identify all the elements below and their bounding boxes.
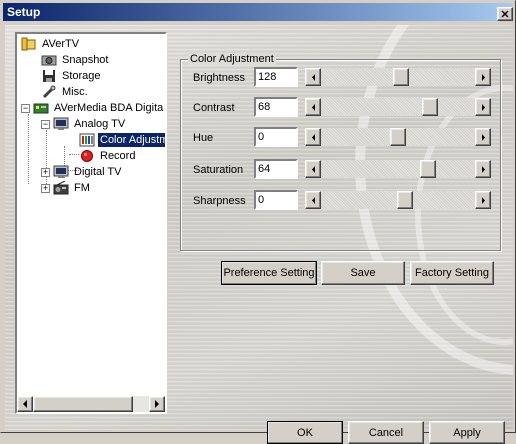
tree-item-label: Storage — [62, 70, 101, 82]
contrast-field[interactable] — [254, 97, 298, 117]
title-bar[interactable]: Setup ✕ — [3, 3, 513, 21]
tree-item-fm[interactable]: + FM — [41, 180, 92, 196]
left-arrow-icon — [311, 165, 315, 173]
tv-icon — [53, 165, 69, 179]
hue-field[interactable] — [254, 127, 298, 147]
brightness-label: Brightness — [193, 72, 245, 84]
close-icon: ✕ — [500, 8, 510, 21]
collapse-icon[interactable]: − — [21, 103, 30, 113]
tree-item-misc[interactable]: Misc. — [41, 84, 90, 100]
sharpness-slider[interactable] — [305, 191, 491, 209]
slider-right-button[interactable] — [475, 160, 491, 178]
right-arrow-icon — [481, 133, 485, 141]
folder-icon — [21, 37, 37, 51]
saturation-slider[interactable] — [305, 160, 491, 178]
dialog-client-area: AVerTV Snapshot Storage Misc. − AVerMedi… — [5, 25, 513, 444]
tree-item-storage[interactable]: Storage — [41, 68, 103, 84]
tree-item-label: Misc. — [62, 86, 88, 98]
radio-icon — [53, 180, 69, 195]
right-arrow-icon — [481, 103, 485, 111]
right-arrow-icon — [155, 400, 159, 408]
button-label: Save — [350, 267, 376, 279]
tree-item-avertv[interactable]: AVerTV — [21, 36, 81, 52]
record-icon — [79, 149, 95, 163]
slider-right-button[interactable] — [475, 191, 491, 209]
expand-icon[interactable]: + — [41, 167, 50, 177]
tree-item-digital-tv[interactable]: + Digital TV — [41, 164, 123, 180]
tree-item-label: Digital TV — [74, 166, 122, 178]
left-arrow-icon — [311, 103, 315, 111]
tree-item-label: Record — [100, 150, 136, 162]
tree-item-label: Analog TV — [74, 118, 126, 130]
factory-setting-button[interactable]: Factory Setting — [410, 261, 494, 285]
tv-icon — [53, 117, 69, 131]
slider-left-button[interactable] — [305, 160, 321, 178]
contrast-label: Contrast — [193, 102, 235, 114]
tree-item-label: Color Adjustm — [96, 132, 165, 148]
scroll-left-button[interactable] — [17, 396, 33, 412]
scroll-thumb[interactable] — [33, 396, 133, 412]
window-title: Setup — [7, 5, 41, 19]
tree-item-color-adjustment[interactable]: Color Adjustm — [79, 132, 165, 148]
left-arrow-icon — [311, 73, 315, 81]
slider-thumb[interactable] — [393, 68, 409, 86]
tree-item-label: AVerMedia BDA Digita — [54, 102, 164, 114]
sharpness-field[interactable] — [254, 190, 298, 210]
close-button[interactable]: ✕ — [497, 7, 513, 21]
slider-left-button[interactable] — [305, 191, 321, 209]
device-icon — [33, 101, 49, 115]
floppy-icon — [41, 69, 57, 83]
expand-icon[interactable]: + — [41, 183, 50, 193]
settings-tree[interactable]: AVerTV Snapshot Storage Misc. − AVerMedi… — [15, 32, 167, 414]
brightness-field[interactable] — [254, 67, 298, 87]
slider-right-button[interactable] — [475, 68, 491, 86]
sharpness-label: Sharpness — [193, 195, 246, 207]
tree-line — [69, 154, 79, 155]
tree-line — [28, 114, 29, 184]
slider-left-button[interactable] — [305, 68, 321, 86]
slider-thumb[interactable] — [390, 128, 406, 146]
saturation-field[interactable] — [254, 159, 298, 179]
slider-right-button[interactable] — [475, 128, 491, 146]
group-title: Color Adjustment — [188, 53, 276, 65]
slider-thumb[interactable] — [397, 191, 413, 209]
right-arrow-icon — [481, 73, 485, 81]
color-adjustment-group — [180, 59, 501, 251]
preference-setting-button[interactable]: Preference Setting — [221, 261, 317, 285]
tree-item-label: FM — [74, 182, 90, 194]
button-label: Factory Setting — [415, 267, 489, 279]
slider-left-button[interactable] — [305, 98, 321, 116]
tree-item-label: AVerTV — [42, 38, 80, 50]
tree-horizontal-scrollbar[interactable] — [17, 396, 165, 412]
tree-item-record[interactable]: Record — [79, 148, 137, 164]
hue-slider[interactable] — [305, 128, 491, 146]
wrench-icon — [41, 85, 57, 99]
save-button[interactable]: Save — [321, 261, 405, 285]
scroll-right-button[interactable] — [149, 396, 165, 412]
tree-item-label: Snapshot — [62, 54, 109, 66]
slider-thumb[interactable] — [420, 160, 436, 178]
button-label: Preference Setting — [223, 267, 315, 279]
color-bars-icon — [79, 133, 95, 147]
left-arrow-icon — [311, 196, 315, 204]
tree-item-avermedia[interactable]: − AVerMedia BDA Digita — [21, 100, 165, 116]
slider-left-button[interactable] — [305, 128, 321, 146]
camera-icon — [41, 53, 57, 67]
slider-right-button[interactable] — [475, 98, 491, 116]
collapse-icon[interactable]: − — [41, 119, 50, 129]
saturation-label: Saturation — [193, 164, 244, 176]
right-arrow-icon — [481, 196, 485, 204]
left-arrow-icon — [311, 133, 315, 141]
hue-label: Hue — [193, 132, 214, 144]
slider-thumb[interactable] — [422, 98, 438, 116]
brightness-slider[interactable] — [305, 68, 491, 86]
tree-item-analog-tv[interactable]: − Analog TV — [41, 116, 127, 132]
contrast-slider[interactable] — [305, 98, 491, 116]
setup-window: Setup ✕ AVerTV Snapshot Storage Misc. − … — [0, 0, 516, 444]
right-arrow-icon — [481, 165, 485, 173]
tree-item-snapshot[interactable]: Snapshot — [41, 52, 110, 68]
left-arrow-icon — [23, 400, 27, 408]
